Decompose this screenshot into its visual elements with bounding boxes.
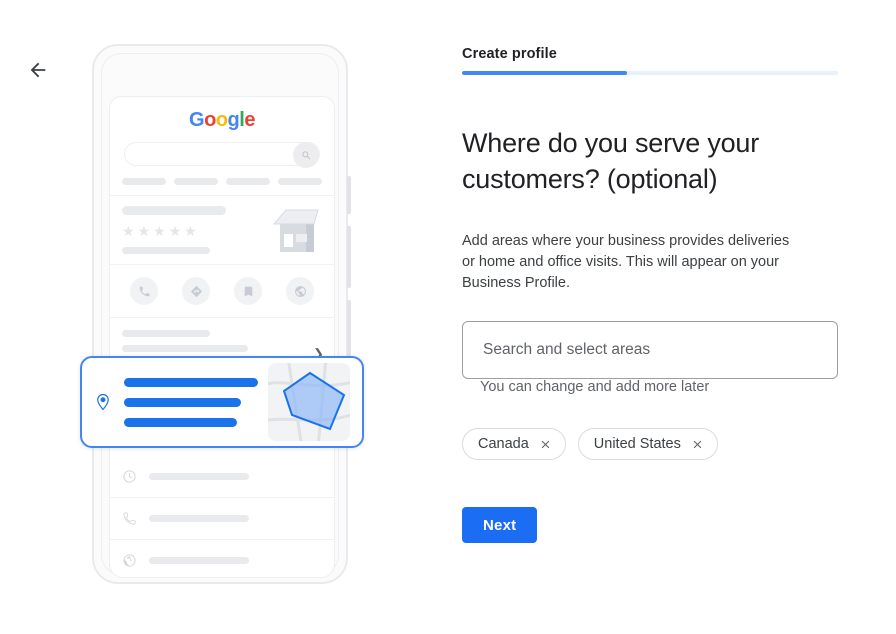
mock-list-row (110, 456, 334, 498)
phone-side-button (347, 300, 351, 362)
phone-icon (130, 277, 158, 305)
selected-areas-chips: Canada United States (462, 428, 718, 460)
bookmark-icon (234, 277, 262, 305)
mock-search-bar (124, 142, 320, 168)
placeholder-bar (149, 515, 249, 522)
directions-icon (182, 277, 210, 305)
chip-label: Canada (478, 436, 529, 452)
chip-label: United States (593, 436, 681, 452)
search-areas-field[interactable] (462, 321, 838, 379)
create-profile-panel: Create profile Where do you serve your c… (462, 0, 862, 634)
map-polygon-icon (268, 363, 350, 441)
chip-canada[interactable]: Canada (462, 428, 566, 460)
phone-frame: Google ★ ★ ★ ★ ★ ❯ (92, 44, 351, 584)
globe-icon (123, 554, 136, 567)
wizard-progress-fill (462, 71, 628, 75)
page-title: Where do you serve your customers? (opti… (462, 128, 760, 194)
placeholder-bar (122, 247, 210, 254)
placeholder-bar (226, 178, 270, 185)
mock-list-row (110, 540, 334, 577)
page-description: Add areas where your business provides d… (462, 233, 790, 291)
wizard-step-label: Create profile (462, 46, 557, 62)
phone-side-button (347, 226, 351, 288)
service-area-highlight-card (80, 356, 364, 448)
star-icon: ★ (137, 223, 151, 239)
star-icon: ★ (122, 223, 135, 239)
placeholder-bar (278, 178, 322, 185)
search-icon (293, 142, 319, 168)
mock-action-row (110, 265, 334, 318)
placeholder-bar (124, 377, 258, 387)
placeholder-bar (122, 206, 226, 215)
placeholder-bar (122, 178, 166, 185)
share-icon (286, 277, 314, 305)
mock-list-row (110, 498, 334, 540)
google-logo: Google (189, 109, 255, 131)
phone-side-button (347, 176, 351, 214)
placeholder-bar (124, 417, 237, 427)
placeholder-bar (122, 330, 210, 337)
storefront-icon (272, 209, 319, 252)
close-icon[interactable] (691, 438, 704, 451)
helper-text: You can change and add more later (480, 379, 710, 395)
placeholder-bar (124, 397, 241, 407)
placeholder-bar (122, 345, 248, 352)
mock-business-card: ★ ★ ★ ★ ★ (110, 195, 334, 265)
placeholder-bar (174, 178, 218, 185)
phone-icon (123, 512, 136, 525)
next-button[interactable]: Next (462, 507, 538, 543)
close-icon[interactable] (539, 438, 552, 451)
service-area-text-lines (124, 377, 258, 427)
mock-tab-row (122, 178, 322, 185)
clock-icon (123, 470, 136, 483)
phone-screen: Google ★ ★ ★ ★ ★ ❯ (109, 96, 335, 578)
phone-illustration: Google ★ ★ ★ ★ ★ ❯ (0, 0, 440, 634)
wizard-progress-bar (462, 71, 838, 75)
star-icon: ★ (153, 223, 166, 239)
location-pin-icon (97, 393, 109, 411)
chip-united-states[interactable]: United States (577, 428, 718, 460)
search-input[interactable] (481, 340, 819, 360)
placeholder-bar (149, 473, 249, 480)
star-icon: ★ (184, 223, 197, 239)
placeholder-bar (149, 557, 249, 564)
star-icon: ★ (168, 223, 182, 239)
